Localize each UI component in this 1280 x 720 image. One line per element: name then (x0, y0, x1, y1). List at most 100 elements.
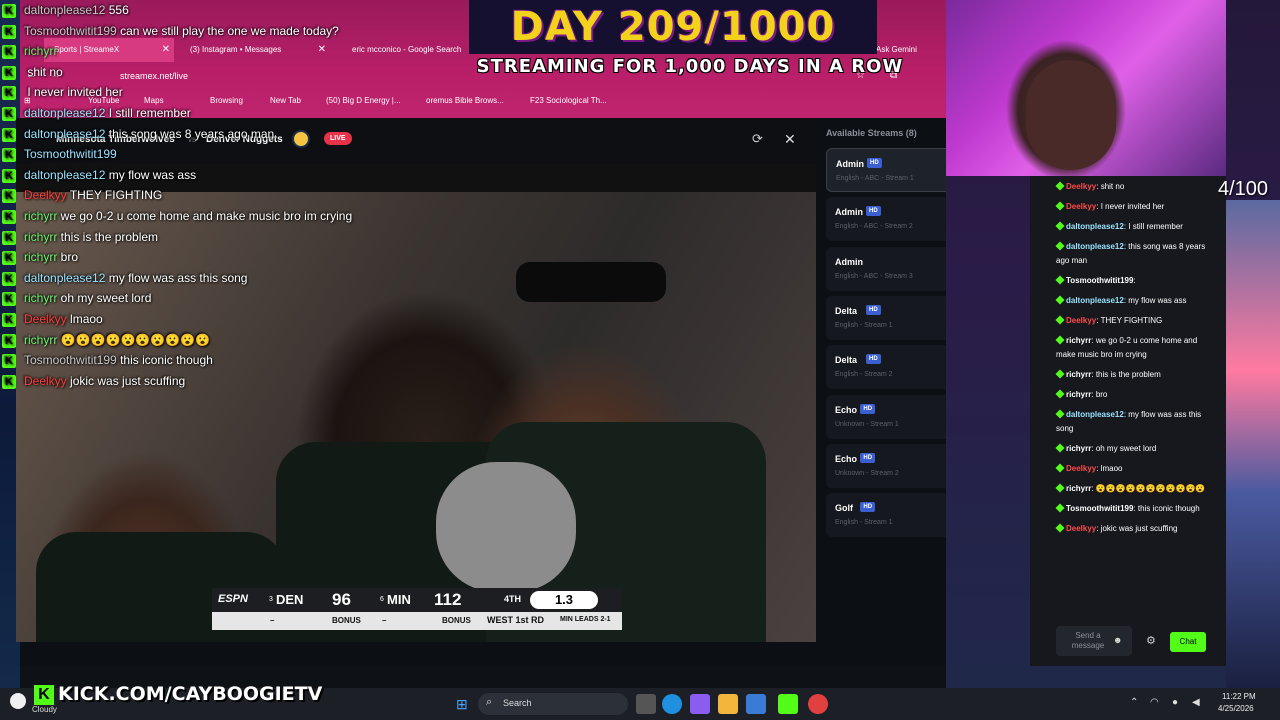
hd-badge: HD (867, 158, 882, 168)
chrome-icon[interactable] (808, 694, 828, 714)
chat-message: daltonplease12: I still remember (1055, 220, 1208, 234)
dash-b: – (382, 616, 387, 625)
speaker-icon[interactable]: ◀ (1192, 697, 1200, 708)
bonus-b: BONUS (442, 616, 471, 625)
day-title: DAY 209/1000 (510, 4, 836, 50)
wifi-icon[interactable]: ◠ (1150, 697, 1159, 708)
overlay-chat-line: Kdaltonplease12 my flow was ass (2, 165, 464, 186)
kick-badge-icon: K (2, 106, 16, 121)
kick-badge-icon: K (2, 45, 16, 60)
goal-counter: 4/100 (1218, 178, 1269, 200)
kick-badge-icon: K (2, 251, 16, 266)
overlay-chat-user: daltonplease12 (24, 126, 106, 141)
edge-icon[interactable] (662, 694, 682, 714)
overlay-chat-message: we go 0-2 u come home and make music bro… (60, 208, 353, 223)
chat-username[interactable]: Deelkyy (1066, 464, 1096, 473)
scorebug-bottom: – BONUS – BONUS WEST 1st RD MIN LEADS 2-… (212, 612, 622, 630)
mic-icon[interactable]: ● (1172, 697, 1178, 708)
windows-start-icon[interactable]: ⊞ (456, 696, 468, 713)
file-explorer-icon[interactable] (718, 694, 738, 714)
chat-message: daltonplease12: my flow was ass this son… (1055, 409, 1202, 433)
chat-text: 😮😮😮😮😮😮😮😮😮😮😮 (1095, 484, 1206, 493)
chat-input[interactable]: Send a message ☻ (1056, 626, 1132, 656)
chat-message: Deelkyy: THEY FIGHTING (1055, 314, 1208, 328)
taskbar-search[interactable]: ⌕ Search (478, 693, 628, 715)
task-view-icon[interactable] (636, 694, 656, 714)
kick-badge-icon: K (2, 189, 16, 204)
chat-text: this iconic though (1137, 504, 1200, 513)
network-logo: ESPN (218, 593, 248, 605)
chat-text: shit no (1100, 182, 1125, 191)
chat-username[interactable]: Deelkyy (1066, 202, 1096, 211)
settings-gear-icon[interactable]: ⚙ (1146, 634, 1156, 647)
clock-date: 4/25/2026 (1218, 704, 1254, 713)
streamer-face (1026, 60, 1116, 170)
chat-username[interactable]: daltonplease12 (1066, 410, 1124, 419)
copilot-icon[interactable] (690, 694, 710, 714)
kick-badge-icon: K (2, 333, 16, 348)
chat-text: I still remember (1128, 222, 1183, 231)
close-player-icon[interactable]: ✕ (784, 131, 796, 148)
chat-message: richyrr: this is the problem (1055, 368, 1208, 382)
kick-badge-icon: K (2, 4, 16, 18)
stream-subtitle: English - ABC - Stream 1 (836, 175, 914, 182)
search-label: Search (503, 698, 532, 708)
chat-username[interactable]: richyrr (1066, 484, 1091, 493)
city-background (1226, 200, 1280, 688)
chat-username[interactable]: Deelkyy (1066, 524, 1096, 533)
search-icon: ⌕ (486, 696, 493, 708)
overlay-chat-line: Krichyrr we go 0-2 u come home and make … (2, 206, 464, 227)
kick-badge-icon: K (2, 271, 16, 286)
badge-diamond-icon (1055, 443, 1065, 453)
chat-username[interactable]: Deelkyy (1066, 182, 1096, 191)
tab-label: Ask Gemini (876, 45, 917, 54)
overlay-chat-user: daltonplease12 (24, 105, 106, 120)
chat-username[interactable]: richyrr (1066, 444, 1091, 453)
chat-message: Deelkyy: jokic was just scuffing (1055, 522, 1208, 536)
weather-icon[interactable] (10, 693, 26, 709)
tray-chevron-icon[interactable]: ⌃ (1130, 697, 1138, 708)
badge-diamond-icon (1055, 315, 1065, 325)
store-icon[interactable] (746, 694, 766, 714)
chat-username[interactable]: Tosmoothwitit199 (1066, 276, 1133, 285)
chat-username[interactable]: Tosmoothwitit199 (1066, 504, 1133, 513)
chat-message: richyrr: bro (1055, 388, 1208, 402)
chat-username[interactable]: Deelkyy (1066, 316, 1096, 325)
stream-subtitle: English - Stream 1 (835, 321, 893, 329)
chat-username[interactable]: daltonplease12 (1066, 222, 1124, 231)
chat-username[interactable]: daltonplease12 (1066, 242, 1124, 251)
overlay-chat-user: Deelkyy (24, 373, 67, 388)
streams-header: Available Streams (8) (826, 128, 917, 138)
score-a: 96 (332, 590, 351, 609)
chat-username[interactable]: richyrr (1066, 390, 1091, 399)
chat-username[interactable]: richyrr (1066, 336, 1091, 345)
kick-badge-icon: K (2, 24, 16, 39)
chat-username[interactable]: richyrr (1066, 370, 1091, 379)
overlay-chat-user: Deelkyy (24, 311, 67, 326)
overlay-chat-user: daltonplease12 (24, 167, 106, 182)
refresh-icon[interactable]: ⟳ (752, 131, 763, 147)
kick-badge-icon: K (2, 148, 16, 163)
overlay-chat-line: Kdaltonplease12 556 (2, 0, 464, 21)
badge-diamond-icon (1055, 335, 1065, 345)
bookmark-f23[interactable]: F23 Sociological Th... (530, 96, 607, 105)
emoji-icon[interactable]: ☻ (1113, 635, 1122, 645)
overlay-chat-message: lmaoo (70, 311, 103, 326)
chat-text: this is the problem (1095, 370, 1161, 379)
overlay-chat-line: Krichyrr bro (2, 247, 464, 268)
chat-text: THEY FIGHTING (1100, 316, 1163, 325)
stream-subtitle: English - Stream 2 (835, 371, 893, 379)
chat-message: Deelkyy: I never invited her (1055, 200, 1208, 214)
overlay-chat-message: my flow was ass (108, 167, 197, 182)
clock-time: 11:22 PM (1222, 692, 1256, 701)
chat-username[interactable]: daltonplease12 (1066, 296, 1124, 305)
chat-send-button[interactable]: Chat (1170, 632, 1206, 652)
overlay-chat-user: Tosmoothwitit199 (24, 23, 117, 38)
stream-subtitle: Unknown - Stream 1 (835, 420, 899, 428)
chat-message: richyrr: 😮😮😮😮😮😮😮😮😮😮😮 (1055, 482, 1208, 496)
hd-badge: HD (860, 452, 876, 463)
dash-a: – (270, 616, 275, 625)
kick-app-icon[interactable] (778, 694, 798, 714)
seed-b: 6 (380, 596, 384, 603)
stream-name: Admin (835, 207, 863, 218)
